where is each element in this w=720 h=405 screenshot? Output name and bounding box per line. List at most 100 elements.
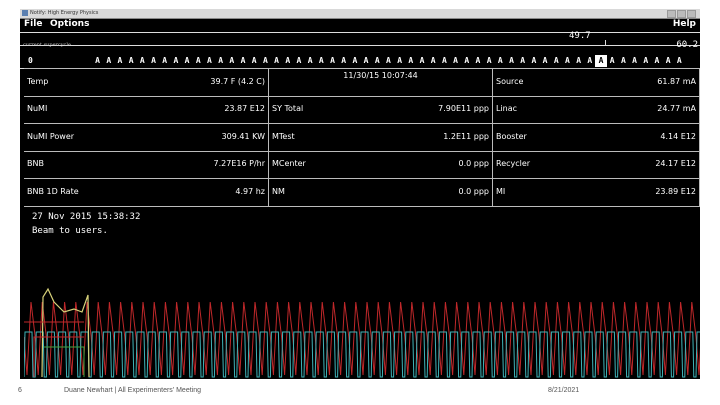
divider xyxy=(20,45,700,46)
status-label: BNB xyxy=(27,159,44,169)
timestamp: 11/30/15 10:07:44 xyxy=(343,71,418,80)
tick-marker: A xyxy=(509,56,514,65)
tick-marker: A xyxy=(520,56,526,65)
status-label: MTest xyxy=(272,131,295,141)
tick-marker: A xyxy=(341,56,347,65)
title-bar: Notify: High Energy Physics xyxy=(20,9,700,19)
app-icon xyxy=(22,10,28,16)
tick-marker: A xyxy=(374,56,380,65)
menu-options[interactable]: Options xyxy=(50,19,89,29)
status-cell: BNB 1D Rate 4.97 hz xyxy=(24,178,269,206)
menu-help[interactable]: Help xyxy=(673,19,696,29)
tick-marker: A xyxy=(665,56,671,65)
status-cell: NuMI Power 309.41 KW xyxy=(24,123,269,151)
status-cell: BNB 7.27E16 P/hr xyxy=(24,151,269,179)
tick-zero: 0 xyxy=(28,56,33,65)
tick-marker: A xyxy=(285,56,291,65)
close-icon[interactable] xyxy=(687,10,696,18)
maximize-icon[interactable] xyxy=(677,10,686,18)
status-row: NuMI Power 309.41 KW MTest 1.2E11 ppp Booste… xyxy=(24,123,700,152)
status-value: 24.17 E12 xyxy=(655,159,696,169)
tick-marker: A xyxy=(262,56,268,65)
tick-marker: A xyxy=(95,56,100,65)
tick-marker: A xyxy=(531,56,537,65)
tick-marker: A xyxy=(195,56,201,65)
tick-marker: A xyxy=(632,56,637,65)
tick-marker: A xyxy=(207,56,212,65)
status-row: BNB 1D Rate 4.97 hz NM 0.0 ppp MI 23.89 E12 xyxy=(24,178,700,207)
status-label: Recycler xyxy=(496,159,531,169)
status-cell: Booster 4.14 E12 xyxy=(493,123,700,151)
tick-marker: A xyxy=(162,56,168,65)
status-row: Temp 39.7 F (4.2 C) 11/30/15 10:07:44 Sourc… xyxy=(24,69,700,97)
tick-marker: A xyxy=(553,56,559,65)
tick-marker: A xyxy=(676,56,682,65)
minimize-icon[interactable] xyxy=(667,10,676,18)
tick-marker: A xyxy=(117,56,123,65)
tick-marker: A xyxy=(565,56,570,65)
status-label: Source xyxy=(496,77,524,86)
status-cell: 11/30/15 10:07:44 xyxy=(269,69,493,96)
status-value: 0.0 ppp xyxy=(458,159,490,169)
status-cell: MCenter 0.0 ppp xyxy=(269,151,493,179)
tick-marker: A xyxy=(330,56,335,65)
status-value: 23.87 E12 xyxy=(224,104,265,114)
tick-marker: A xyxy=(475,56,481,65)
status-grid: Temp 39.7 F (4.2 C) 11/30/15 10:07:44 Sourc… xyxy=(24,68,700,207)
status-cell: Linac 24.77 mA xyxy=(493,96,700,124)
status-label: MCenter xyxy=(272,159,306,169)
supercycle-label: current supercycle xyxy=(23,42,71,48)
tick-marker: A xyxy=(218,56,224,65)
tick-marker: A xyxy=(486,56,492,65)
status-cell: Source 61.87 mA xyxy=(493,69,700,96)
status-cell: MI 23.89 E12 xyxy=(493,178,700,206)
tick-marker: A xyxy=(587,56,593,65)
message-date: 27 Nov 2015 15:38:32 xyxy=(32,212,141,222)
window-title: Notify: High Energy Physics xyxy=(30,10,99,16)
status-cell: NM 0.0 ppp xyxy=(269,178,493,206)
divider xyxy=(20,32,700,33)
tick-marker: A xyxy=(542,56,548,65)
tick-marker: A xyxy=(106,56,112,65)
tick-marker: A xyxy=(464,56,470,65)
status-label: Booster xyxy=(496,131,527,141)
status-cell: NuMI 23.87 E12 xyxy=(24,96,269,124)
status-value: 61.87 mA xyxy=(657,77,696,86)
tick-marker: A xyxy=(307,56,313,65)
footer-author: Duane Newhart | All Experimenters' Meeti… xyxy=(64,387,201,394)
tick-marker: A xyxy=(654,56,660,65)
scale-value-top: 49.7 xyxy=(569,31,591,41)
tick-marker: A xyxy=(441,56,447,65)
tick-marker: A xyxy=(576,56,582,65)
status-value: 309.41 KW xyxy=(221,131,265,141)
tick-marker: A xyxy=(352,56,358,65)
tick-marker: A xyxy=(386,56,391,65)
status-value: 39.7 F (4.2 C) xyxy=(210,77,265,86)
beam-waveform xyxy=(24,287,700,378)
tick-marker: A xyxy=(397,56,403,65)
menu-bar: File Options Help xyxy=(20,19,700,31)
tick-marker: A xyxy=(430,56,436,65)
tick-marker: A xyxy=(184,56,190,65)
status-row: BNB 7.27E16 P/hr MCenter 0.0 ppp Recycler 24.… xyxy=(24,151,700,180)
status-label: MI xyxy=(496,186,506,196)
status-value: 23.89 E12 xyxy=(655,186,696,196)
tick-marker: A xyxy=(453,56,458,65)
tick-marker: A xyxy=(497,56,503,65)
status-value: 4.97 hz xyxy=(235,186,265,196)
footer-date: 8/21/2021 xyxy=(548,387,580,394)
menu-file[interactable]: File xyxy=(24,19,42,29)
tick-marker: A xyxy=(609,56,615,65)
tick-marker: A xyxy=(151,56,156,65)
tick-marker: A xyxy=(173,56,179,65)
status-value: 7.27E16 P/hr xyxy=(213,159,265,169)
status-value: 1.2E11 ppp xyxy=(443,131,489,141)
window-controls xyxy=(667,10,696,18)
status-label: Temp xyxy=(27,77,49,86)
tick-marker: A xyxy=(408,56,414,65)
tick-marker: A xyxy=(229,56,235,65)
status-value: 7.90E11 ppp xyxy=(438,104,489,114)
tick-marker: A xyxy=(296,56,302,65)
scale-value-right: 60.2 xyxy=(676,40,698,50)
page-number: 6 xyxy=(18,387,22,394)
